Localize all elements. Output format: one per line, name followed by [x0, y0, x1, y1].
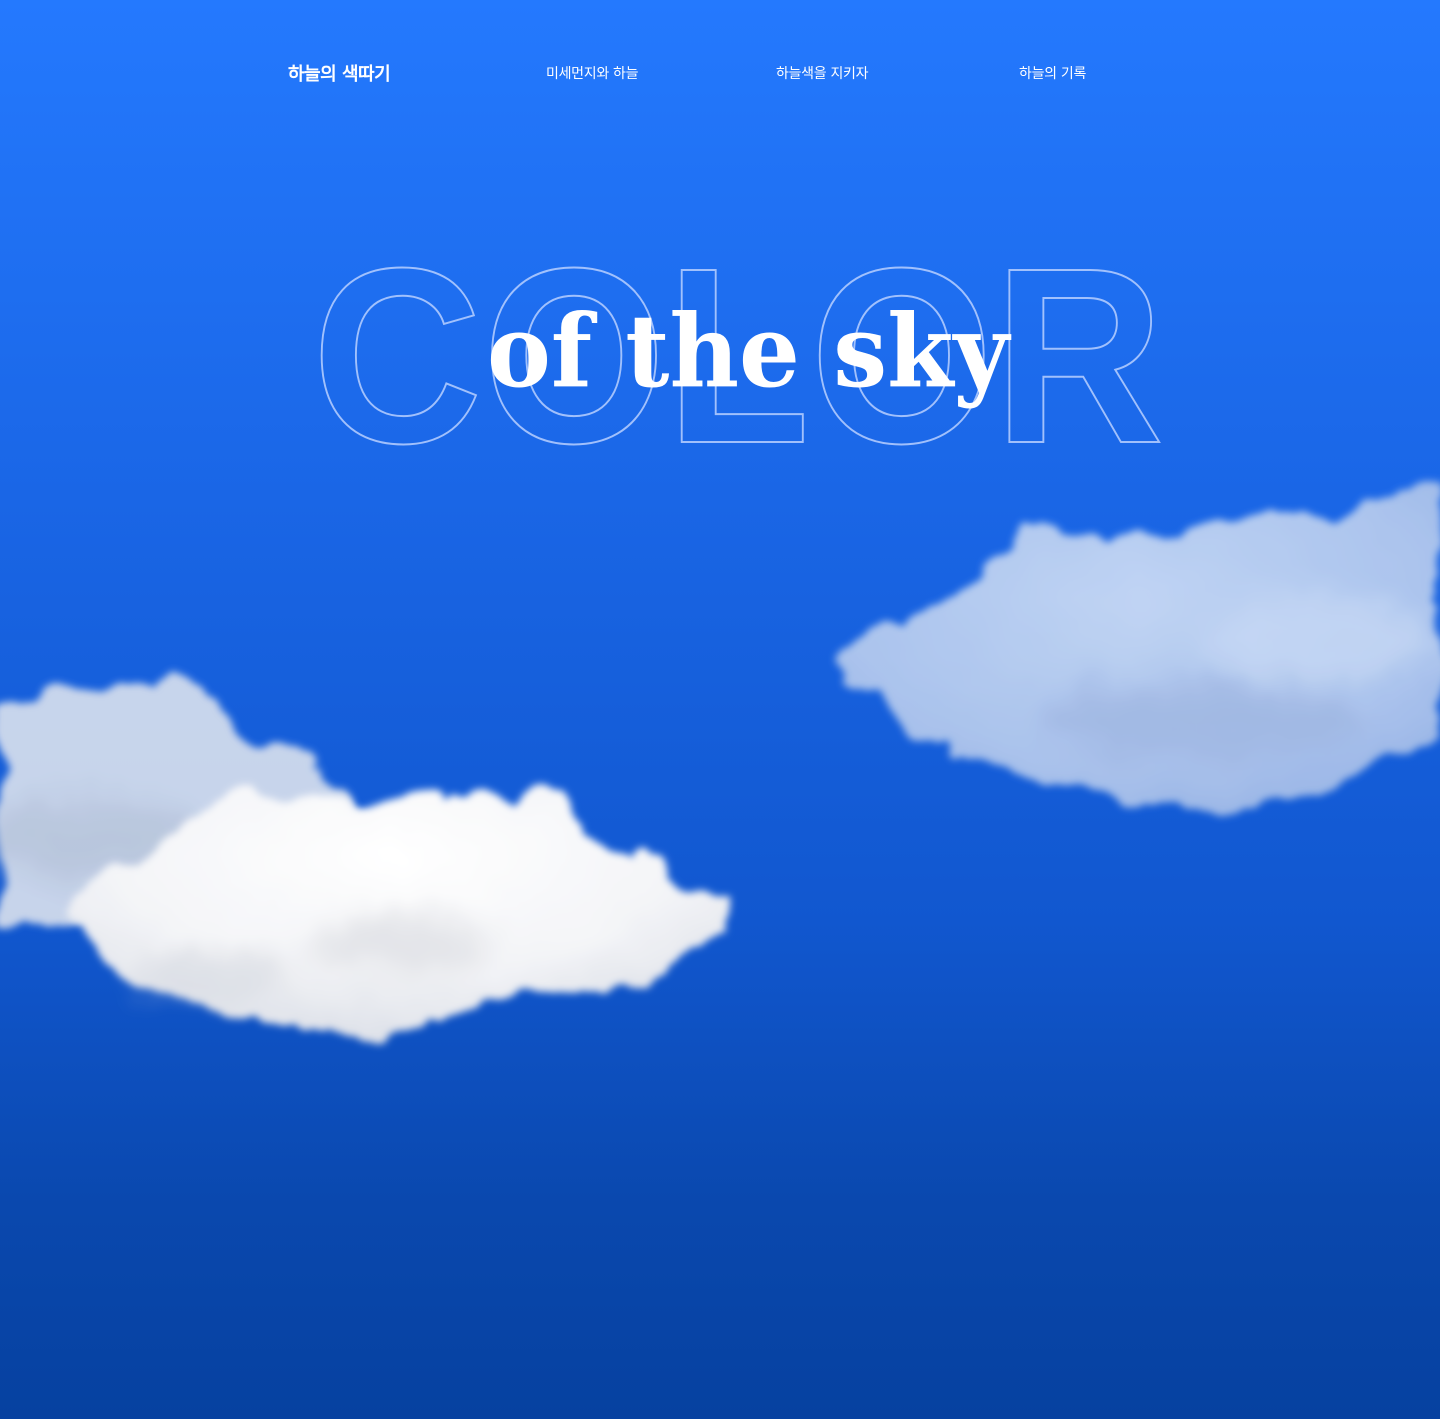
cloud-right — [835, 486, 1440, 815]
clouds-layer — [0, 470, 1440, 1090]
nav-link-sky-record[interactable]: 하늘의 기록 — [1019, 63, 1086, 83]
logo-link[interactable]: 하늘의 색따기 — [288, 60, 391, 86]
top-nav: 하늘의 색따기 미세먼지와 하늘 하늘색을 지키자 하늘의 기록 — [0, 0, 1440, 144]
nav-link-fine-dust[interactable]: 미세먼지와 하늘 — [546, 63, 639, 83]
hero-title-graphic: COLOR of the sky — [311, 215, 1165, 496]
nav-link-protect-sky[interactable]: 하늘색을 지키자 — [776, 63, 869, 83]
hero-title: COLOR of the sky — [0, 200, 1440, 500]
hero-script-word: of the sky — [487, 292, 1012, 410]
clouds-graphic — [0, 486, 1440, 1037]
